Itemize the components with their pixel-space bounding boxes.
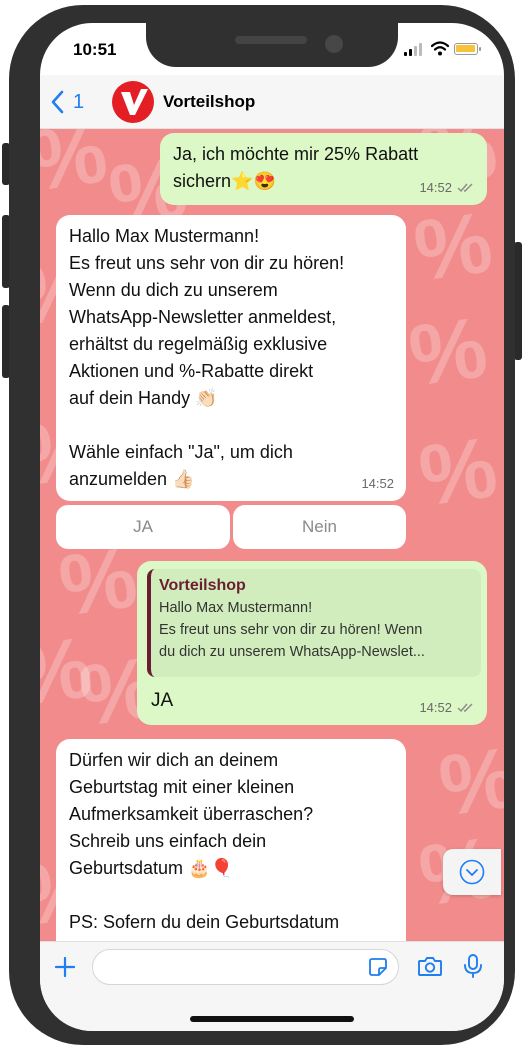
- double-check-icon: [457, 183, 473, 192]
- message-line: Es freut uns sehr von dir zu hören!: [69, 253, 345, 273]
- plus-icon[interactable]: [54, 956, 76, 978]
- quoted-text: du dich zu unserem WhatsApp-Newslet...: [159, 644, 425, 660]
- message-meta: 14:52: [361, 470, 394, 497]
- wallpaper-percent-icon: %: [408, 194, 498, 300]
- message-line: Geburtstag mit einer kleinen: [69, 777, 295, 797]
- message-time: 14:52: [419, 180, 452, 195]
- status-time: 10:51: [73, 40, 117, 59]
- chat-area[interactable]: % % % % % % % % % % % % % % Ja, ich möch…: [40, 129, 504, 941]
- message-line: Wenn du dich zu unserem: [69, 280, 278, 300]
- quoted-text: Hallo Max Mustermann!: [159, 600, 313, 616]
- message-line: PS: Sofern du dein Geburtsdatum: [69, 912, 340, 932]
- message-text: JA: [151, 690, 174, 711]
- contact-name[interactable]: Vorteilshop: [163, 92, 255, 112]
- front-camera: [325, 35, 343, 53]
- sticker-icon[interactable]: [368, 957, 388, 977]
- back-button[interactable]: 1: [50, 88, 84, 116]
- quick-reply-nein[interactable]: Nein: [233, 505, 406, 549]
- message-line: erhältst du regelmäßig exklusive: [69, 334, 328, 354]
- message-line: Dürfen wir dich an deinem: [69, 750, 279, 770]
- message-line: Geburtsdatum 🎂🎈: [69, 858, 233, 878]
- message-line: Aktionen und %-Rabatte direkt: [69, 361, 314, 381]
- message-line: Wähle einfach "Ja", um dich: [69, 442, 293, 462]
- phone-screen: 10:51 1 Vorteilshop % % % % % % % % % Ja…: [40, 23, 504, 1031]
- notch: [146, 23, 398, 67]
- message-text: Ja, ich möchte mir 25% Rabatt: [173, 144, 419, 164]
- input-bar: [40, 941, 504, 1031]
- message-line: Aufmerksamkeit überraschen?: [69, 804, 314, 824]
- wifi-icon: [431, 41, 449, 56]
- message-line: [69, 882, 393, 909]
- message-line: Hallo Max Mustermann!: [69, 226, 260, 246]
- home-indicator[interactable]: [190, 1016, 354, 1022]
- scroll-down-button[interactable]: [443, 849, 501, 895]
- message-meta: 14:52: [419, 694, 475, 721]
- quick-reply-ja[interactable]: JA: [56, 505, 230, 549]
- speaker: [235, 36, 307, 44]
- quoted-sender: Vorteilshop: [159, 577, 246, 594]
- message-line: auf dein Handy 👏🏻: [69, 388, 218, 408]
- signal-icon: [404, 43, 424, 56]
- battery-icon: [454, 43, 481, 55]
- message-time: 14:52: [361, 476, 394, 491]
- message-meta: 14:52: [419, 174, 475, 201]
- power-button: [514, 242, 522, 360]
- microphone-icon[interactable]: [463, 953, 483, 979]
- message-input[interactable]: [92, 949, 399, 985]
- incoming-message[interactable]: Hallo Max Mustermann! Es freut uns sehr …: [56, 215, 406, 501]
- wallpaper-percent-icon: %: [40, 129, 113, 210]
- quoted-message[interactable]: Vorteilshop Hallo Max Mustermann! Es fre…: [147, 569, 481, 677]
- camera-icon[interactable]: [417, 955, 443, 977]
- chevron-left-icon: [51, 90, 64, 114]
- message-line: WhatsApp-Newsletter anmeldest,: [69, 307, 337, 327]
- wallpaper-percent-icon: %: [433, 729, 504, 835]
- phone-frame: 10:51 1 Vorteilshop % % % % % % % % % Ja…: [9, 5, 515, 1045]
- double-check-icon: [457, 703, 473, 712]
- message-line: [69, 412, 393, 439]
- wallpaper-percent-icon: %: [413, 419, 503, 525]
- outgoing-reply-message[interactable]: Vorteilshop Hallo Max Mustermann! Es fre…: [137, 561, 487, 725]
- wallpaper-percent-icon: %: [403, 299, 493, 405]
- quoted-text: Es freut uns sehr von dir zu hören! Wenn: [159, 622, 423, 638]
- chat-header: 1 Vorteilshop: [40, 75, 504, 129]
- unread-count: 1: [73, 90, 85, 113]
- vorteilshop-logo[interactable]: [112, 81, 154, 123]
- outgoing-message[interactable]: Ja, ich möchte mir 25% Rabatt sichern⭐😍 …: [160, 133, 487, 205]
- message-time: 14:52: [419, 700, 452, 715]
- incoming-message[interactable]: Dürfen wir dich an deinem Geburtstag mit…: [56, 739, 406, 941]
- chevron-down-icon: [459, 859, 485, 885]
- message-line: anzumelden 👍🏻: [69, 469, 195, 489]
- message-line: Schreib uns einfach dein: [69, 831, 267, 851]
